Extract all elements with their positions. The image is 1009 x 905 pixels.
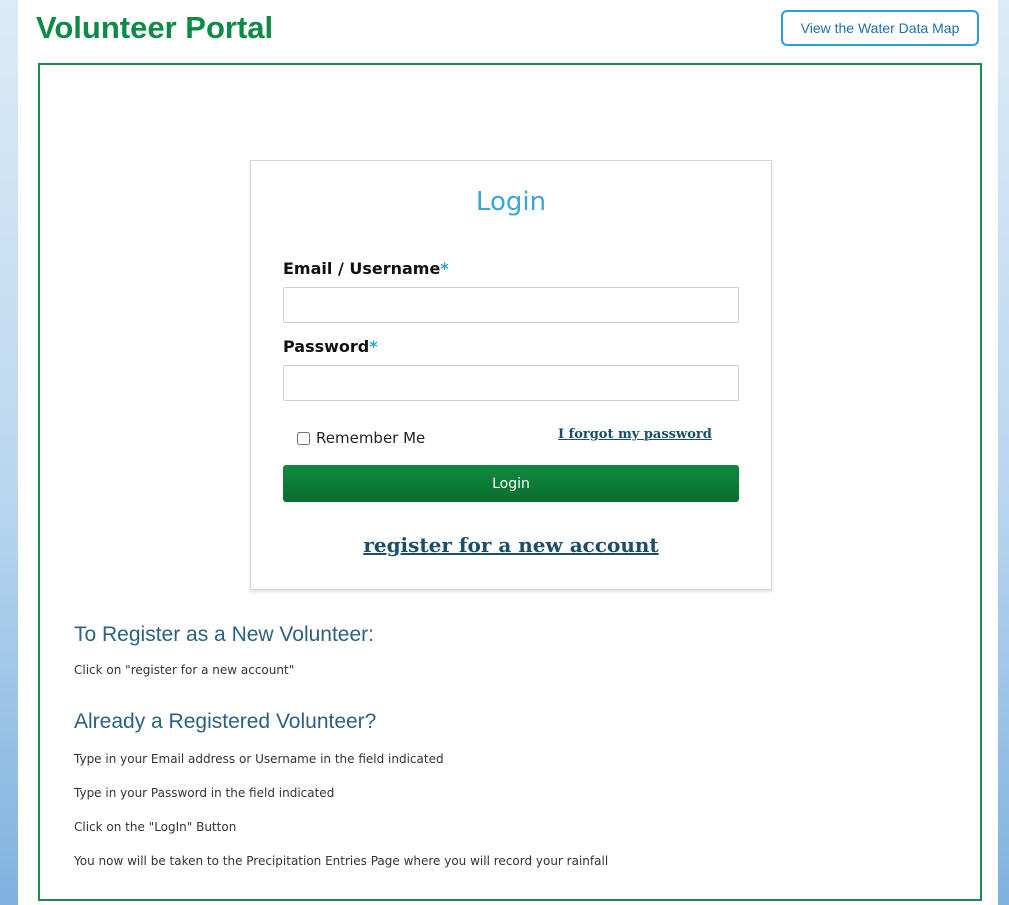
login-card: Login Email / Username* Password* Rememb…: [250, 160, 772, 590]
email-label-text: Email / Username: [283, 259, 441, 278]
instruction-step: Click on the "LogIn" Button: [74, 820, 237, 834]
remember-me[interactable]: Remember Me: [297, 429, 425, 447]
password-label-text: Password: [283, 337, 370, 356]
email-label: Email / Username*: [283, 259, 449, 278]
remember-me-label: Remember Me: [316, 429, 426, 447]
required-marker: *: [440, 259, 449, 278]
password-input[interactable]: [283, 365, 739, 401]
password-label: Password*: [283, 337, 378, 356]
remember-me-checkbox[interactable]: [297, 431, 310, 445]
instruction-step: You now will be taken to the Precipitati…: [74, 854, 609, 868]
registered-volunteer-heading: Already a Registered Volunteer?: [74, 710, 377, 733]
page: Volunteer Portal View the Water Data Map…: [18, 0, 998, 905]
instruction-step: Type in your Email address or Username i…: [74, 752, 444, 766]
forgot-password-link[interactable]: I forgot my password: [558, 427, 712, 442]
required-marker: *: [369, 337, 378, 356]
main-panel: Login Email / Username* Password* Rememb…: [38, 63, 982, 901]
new-volunteer-heading: To Register as a New Volunteer:: [74, 623, 374, 646]
email-username-input[interactable]: [283, 287, 739, 323]
register-new-account-link[interactable]: register for a new account: [251, 533, 771, 557]
new-volunteer-text: Click on "register for a new account": [74, 663, 295, 677]
login-button[interactable]: Login: [283, 465, 739, 502]
view-water-data-map-button[interactable]: View the Water Data Map: [781, 10, 979, 46]
page-title: Volunteer Portal: [36, 10, 274, 45]
instruction-step: Type in your Password in the field indic…: [74, 786, 335, 800]
login-heading: Login: [475, 187, 547, 217]
